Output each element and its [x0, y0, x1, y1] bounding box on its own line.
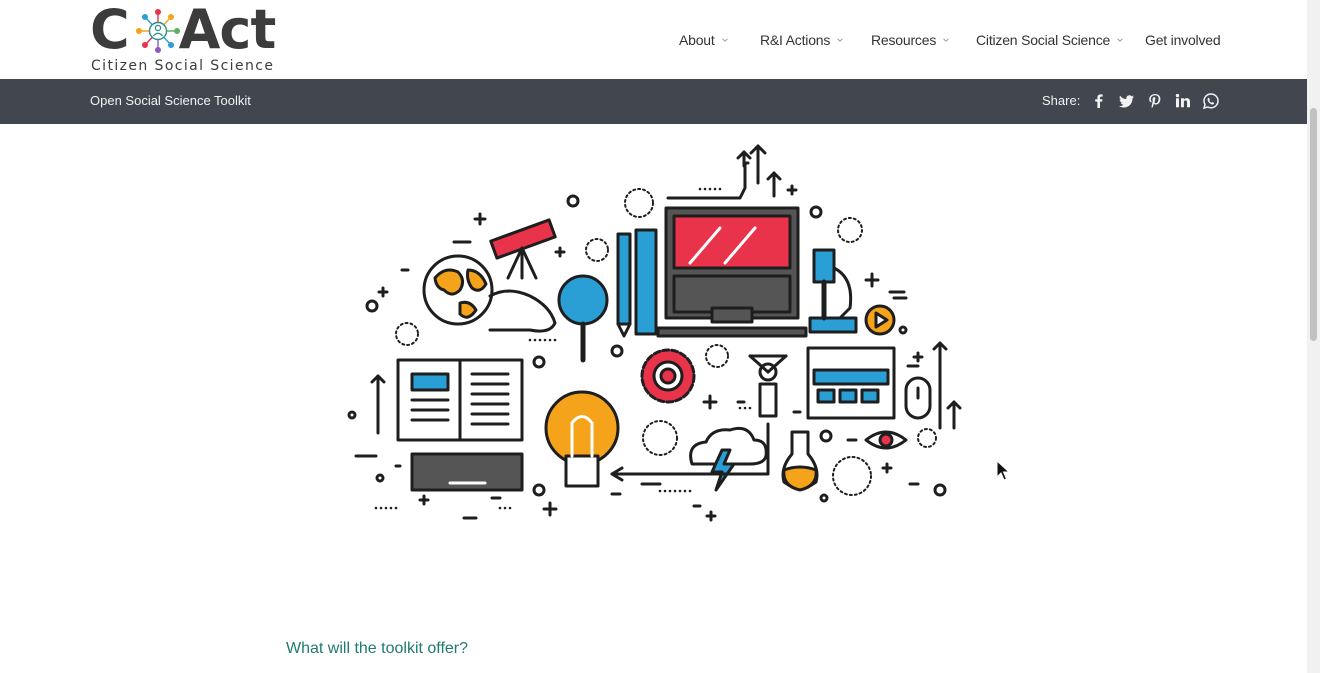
chevron-down-icon	[1117, 38, 1123, 42]
section-heading: What will the toolkit offer?	[286, 640, 469, 657]
network-people-icon	[136, 9, 180, 53]
logo-wordmark: C Act	[90, 0, 276, 61]
nav-get-involved[interactable]: Get involved	[1145, 31, 1221, 49]
nav-label: Resources	[871, 32, 937, 48]
nav-label: R&I Actions	[760, 32, 831, 48]
facebook-icon[interactable]	[1090, 92, 1108, 110]
science-tools-illustration	[347, 144, 962, 522]
logo-tagline: Citizen Social Science	[91, 58, 275, 74]
linkedin-icon[interactable]	[1174, 92, 1192, 110]
page: C Act Citizen Social Science About R&I A…	[0, 0, 1307, 673]
page-title: Open Social Science Toolkit	[90, 93, 251, 108]
nav-label: About	[679, 32, 715, 48]
chevron-down-icon	[721, 38, 728, 42]
nav-label: Citizen Social Science	[976, 32, 1111, 48]
share-label: Share:	[1042, 93, 1081, 108]
mouse-cursor-icon	[996, 460, 1010, 481]
chevron-down-icon	[943, 38, 949, 42]
site-logo[interactable]: C Act Citizen Social Science	[90, 0, 282, 75]
nav-ri-actions[interactable]: R&I Actions	[760, 31, 844, 49]
page-scrollbar[interactable]	[1307, 0, 1320, 673]
nav-resources[interactable]: Resources	[871, 31, 950, 49]
nav-label: Get involved	[1145, 32, 1221, 48]
twitter-icon[interactable]	[1118, 92, 1136, 110]
site-header: C Act Citizen Social Science About R&I A…	[0, 0, 1307, 79]
page-title-bar: Open Social Science Toolkit Share:	[0, 79, 1307, 124]
chevron-down-icon	[837, 38, 844, 42]
nav-citizen-social-science[interactable]: Citizen Social Science	[976, 31, 1124, 49]
whatsapp-icon[interactable]	[1202, 92, 1220, 110]
nav-about[interactable]: About	[679, 31, 729, 49]
pinterest-icon[interactable]	[1146, 92, 1164, 110]
scrollbar-thumb[interactable]	[1310, 108, 1317, 341]
